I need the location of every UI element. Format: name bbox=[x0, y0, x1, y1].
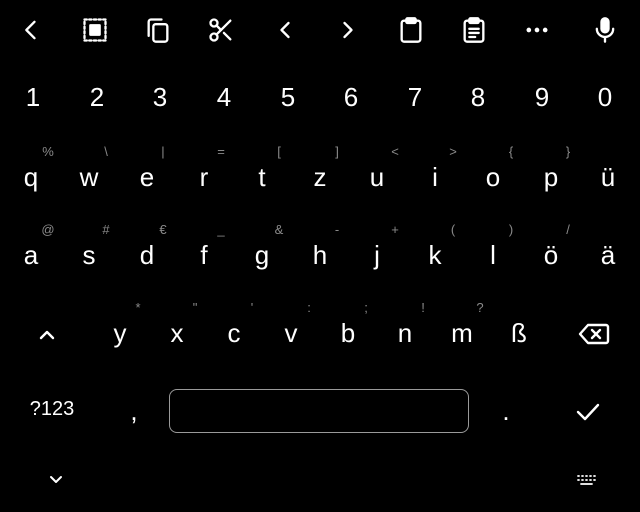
key-2[interactable]: 2 bbox=[72, 82, 122, 113]
key-u-umlaut[interactable]: ü bbox=[583, 162, 633, 193]
hint-paren-open: ( bbox=[450, 222, 456, 237]
key-x[interactable]: x bbox=[152, 318, 202, 349]
hint-equals: = bbox=[217, 144, 225, 159]
hide-keyboard-chevron-icon[interactable] bbox=[34, 466, 78, 494]
key-j[interactable]: j bbox=[352, 240, 402, 271]
hint-less-than: < bbox=[391, 144, 399, 159]
select-all-icon[interactable] bbox=[73, 8, 117, 52]
key-w[interactable]: w bbox=[64, 162, 114, 193]
hint-bracket-close: ] bbox=[335, 144, 339, 159]
key-t[interactable]: t bbox=[237, 162, 287, 193]
key-6[interactable]: 6 bbox=[326, 82, 376, 113]
key-v[interactable]: v bbox=[266, 318, 316, 349]
key-5[interactable]: 5 bbox=[263, 82, 313, 113]
key-1[interactable]: 1 bbox=[8, 82, 58, 113]
hint-plus: + bbox=[391, 222, 399, 237]
key-u[interactable]: u bbox=[352, 162, 402, 193]
comma-key[interactable]: , bbox=[122, 396, 146, 427]
key-e[interactable]: e bbox=[122, 162, 172, 193]
hint-brace-open: { bbox=[508, 144, 514, 159]
key-7[interactable]: 7 bbox=[390, 82, 440, 113]
cursor-right-icon[interactable] bbox=[326, 8, 370, 52]
key-3[interactable]: 3 bbox=[135, 82, 185, 113]
more-icon[interactable] bbox=[515, 8, 559, 52]
key-m[interactable]: m bbox=[437, 318, 487, 349]
hint-single-quote: ' bbox=[250, 300, 254, 315]
hint-paren-close: ) bbox=[508, 222, 514, 237]
shift-icon[interactable] bbox=[23, 316, 71, 352]
key-o-umlaut[interactable]: ö bbox=[526, 240, 576, 271]
key-p[interactable]: p bbox=[526, 162, 576, 193]
hint-minus: - bbox=[334, 222, 340, 237]
key-4[interactable]: 4 bbox=[199, 82, 249, 113]
hint-percent: % bbox=[42, 144, 54, 159]
key-y[interactable]: y bbox=[95, 318, 145, 349]
hint-question: ? bbox=[476, 300, 484, 315]
hint-bracket-open: [ bbox=[277, 144, 281, 159]
cut-icon[interactable] bbox=[199, 8, 243, 52]
key-a[interactable]: a bbox=[6, 240, 56, 271]
hint-euro: € bbox=[159, 222, 167, 237]
hint-greater-than: > bbox=[449, 144, 457, 159]
hint-semicolon: ; bbox=[364, 300, 368, 315]
key-9[interactable]: 9 bbox=[517, 82, 567, 113]
key-b[interactable]: b bbox=[323, 318, 373, 349]
hint-ampersand: & bbox=[274, 222, 284, 237]
key-r[interactable]: r bbox=[179, 162, 229, 193]
enter-check-icon[interactable] bbox=[566, 392, 610, 432]
key-k[interactable]: k bbox=[410, 240, 460, 271]
key-s[interactable]: s bbox=[64, 240, 114, 271]
keyboard-switch-icon[interactable] bbox=[564, 466, 608, 494]
cursor-left-icon[interactable] bbox=[263, 8, 307, 52]
clipboard-text-icon[interactable] bbox=[452, 8, 496, 52]
key-8[interactable]: 8 bbox=[453, 82, 503, 113]
key-n[interactable]: n bbox=[380, 318, 430, 349]
hint-at: @ bbox=[41, 222, 55, 237]
period-key[interactable]: . bbox=[494, 396, 518, 427]
chevron-left-icon[interactable] bbox=[9, 8, 53, 52]
hint-exclamation: ! bbox=[421, 300, 425, 315]
hint-asterisk: * bbox=[135, 300, 141, 315]
key-eszett[interactable]: ß bbox=[494, 318, 544, 349]
hint-brace-close: } bbox=[565, 144, 571, 159]
key-0[interactable]: 0 bbox=[580, 82, 630, 113]
key-d[interactable]: d bbox=[122, 240, 172, 271]
key-f[interactable]: f bbox=[179, 240, 229, 271]
backspace-icon[interactable] bbox=[570, 316, 618, 352]
key-q[interactable]: q bbox=[6, 162, 56, 193]
copy-icon[interactable] bbox=[136, 8, 180, 52]
key-o[interactable]: o bbox=[468, 162, 518, 193]
key-l[interactable]: l bbox=[468, 240, 518, 271]
hint-hash: # bbox=[102, 222, 110, 237]
key-g[interactable]: g bbox=[237, 240, 287, 271]
key-i[interactable]: i bbox=[410, 162, 460, 193]
key-a-umlaut[interactable]: ä bbox=[583, 240, 633, 271]
symbols-key[interactable]: ?123 bbox=[24, 398, 80, 421]
hint-backslash: \ bbox=[104, 144, 108, 159]
space-bar[interactable] bbox=[169, 389, 469, 433]
key-h[interactable]: h bbox=[295, 240, 345, 271]
hint-double-quote: " bbox=[192, 300, 198, 315]
hint-colon: : bbox=[307, 300, 311, 315]
key-c[interactable]: c bbox=[209, 318, 259, 349]
mic-icon[interactable] bbox=[583, 8, 627, 52]
hint-pipe: | bbox=[161, 144, 165, 159]
hint-underscore: _ bbox=[217, 222, 225, 237]
key-z[interactable]: z bbox=[295, 162, 345, 193]
clipboard-icon[interactable] bbox=[389, 8, 433, 52]
hint-slash: / bbox=[566, 222, 570, 237]
